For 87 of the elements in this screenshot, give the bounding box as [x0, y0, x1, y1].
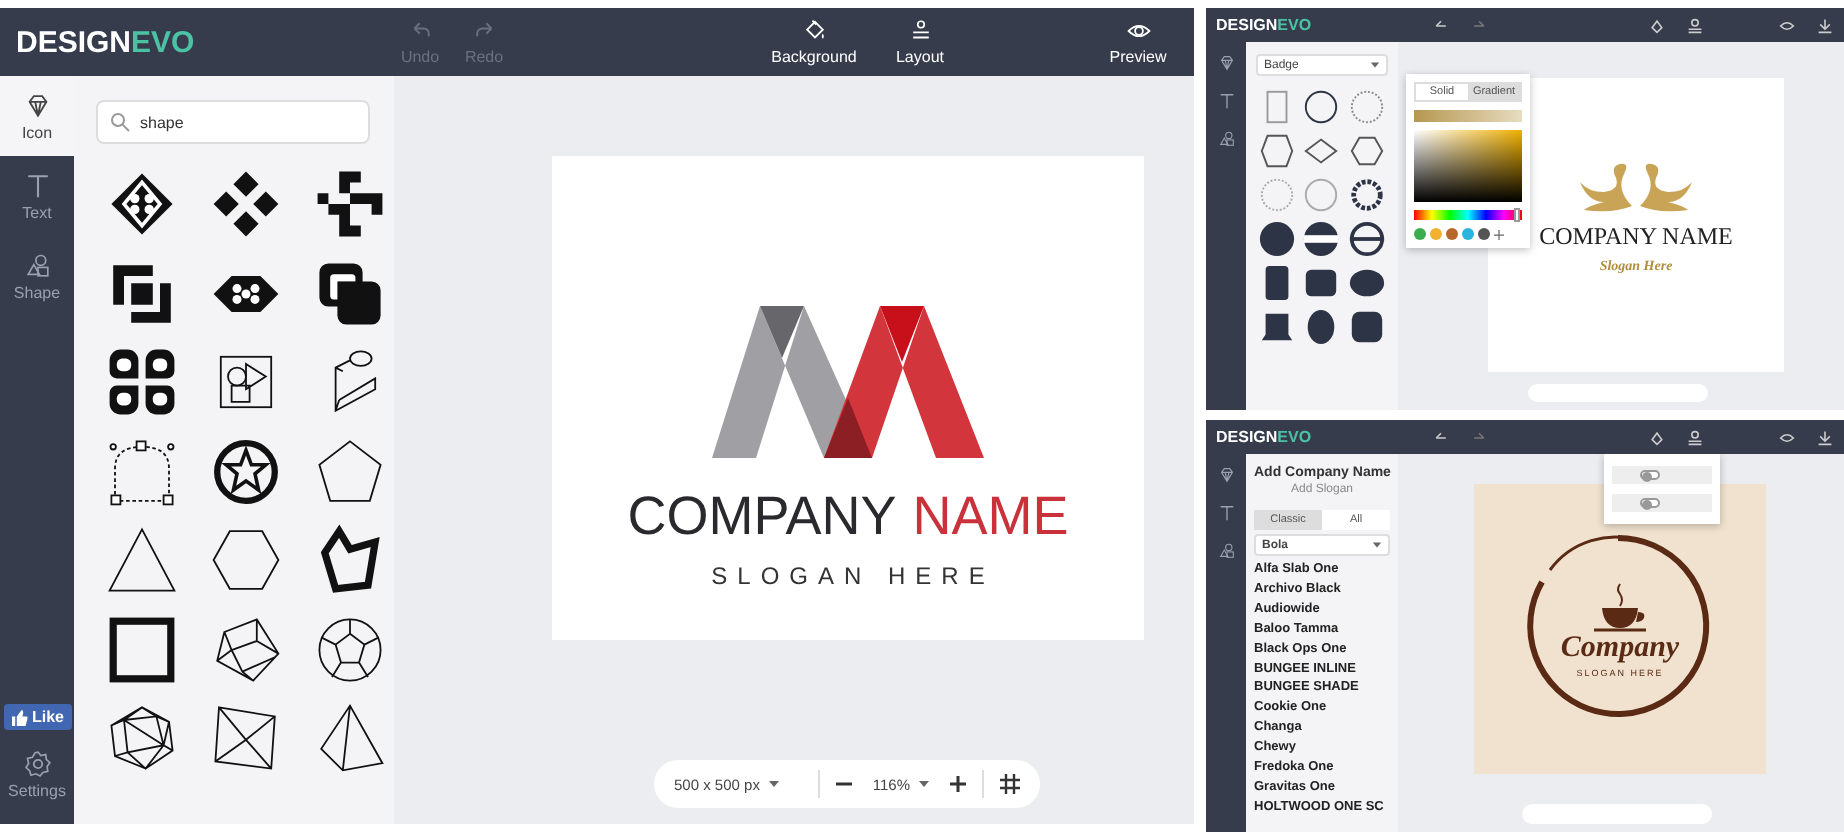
toggle-switch[interactable]: [1640, 498, 1660, 508]
search-field[interactable]: shape: [96, 100, 370, 144]
badge-shape-icon[interactable]: [1348, 132, 1387, 170]
toolbar-icon[interactable]: [1686, 429, 1704, 445]
badge-shape-icon[interactable]: [1348, 176, 1387, 214]
logo-text: DESIGN: [1216, 428, 1278, 446]
slider-thumb[interactable]: [1514, 208, 1521, 222]
letter-t-icon: [23, 171, 51, 199]
layout-icon: [907, 18, 933, 44]
color-swatch[interactable]: [1462, 228, 1474, 240]
thick-square-icon[interactable]: [106, 613, 178, 686]
logo-accent-text: EVO: [1277, 16, 1312, 34]
plus-icon[interactable]: [950, 776, 966, 792]
tetrahedron-icon[interactable]: [314, 702, 386, 775]
toolbar-icon[interactable]: [1432, 429, 1450, 445]
badge-shape-icon[interactable]: [1257, 308, 1296, 346]
logo-accent-text: EVO: [1277, 428, 1312, 446]
caret-icon: [918, 778, 930, 790]
color-swatch[interactable]: [1414, 228, 1426, 240]
checker-cross-icon[interactable]: [314, 168, 386, 241]
badge-shape-icon[interactable]: [1348, 264, 1387, 302]
thumbs-up-icon: [12, 709, 28, 725]
diamond-icon: [23, 91, 51, 119]
logo-accent-text: EVO: [131, 25, 195, 59]
toolbar-icon[interactable]: [1816, 17, 1834, 33]
toolbar-icon[interactable]: [1648, 429, 1666, 445]
toolbar-icon[interactable]: [1432, 17, 1450, 33]
diamond-icon[interactable]: [1217, 466, 1235, 484]
settings-button[interactable]: Settings: [8, 750, 66, 800]
pentagon-icon[interactable]: [314, 435, 386, 508]
designevo-logo[interactable]: DESIGNEVO: [1216, 16, 1368, 34]
settings-icon: [23, 750, 51, 778]
toggle-switch[interactable]: [1640, 470, 1660, 480]
badge-shape-icon[interactable]: [1302, 220, 1341, 258]
paint-bucket-icon: [801, 18, 827, 44]
badge-shape-icon[interactable]: [1302, 264, 1341, 302]
caret-icon: [767, 778, 780, 790]
toolbar-icon[interactable]: [1778, 17, 1796, 33]
four-petal-icon[interactable]: [106, 346, 178, 419]
preview-button[interactable]: Preview: [1098, 18, 1178, 66]
toolbar-icon[interactable]: [1816, 429, 1834, 445]
badge-shape-icon[interactable]: [1348, 308, 1387, 346]
background-button[interactable]: Background: [754, 18, 874, 66]
badge-shape-icon[interactable]: [1348, 220, 1387, 258]
company-name-text: COMPANY NAME: [1539, 222, 1733, 252]
sidebar-tab[interactable]: Text: [0, 156, 74, 236]
toolbar-icon[interactable]: [1778, 429, 1796, 445]
diamond-icon[interactable]: [1217, 54, 1235, 72]
icosahedron-icon[interactable]: [106, 702, 178, 775]
letter-t-icon[interactable]: [1217, 504, 1235, 522]
grid-icon[interactable]: [1000, 774, 1020, 794]
toolbar-icon[interactable]: [1648, 17, 1666, 33]
dodecahedron-icon[interactable]: [314, 613, 386, 686]
toolbar-icon[interactable]: [1686, 17, 1704, 33]
color-swatch[interactable]: [1430, 228, 1442, 240]
hue-slider[interactable]: [1414, 210, 1522, 220]
swans-logo-drawing: [1576, 158, 1696, 214]
shapes-icon[interactable]: [1217, 130, 1235, 148]
caret-icon: [1372, 540, 1382, 550]
color-swatch[interactable]: [1478, 228, 1490, 240]
company-name-text: Company: [1560, 632, 1680, 666]
designevo-logo[interactable]: DESIGNEVO: [1216, 428, 1368, 446]
slogan-text: SLOGAN HERE: [711, 562, 995, 590]
caret-icon: [1370, 60, 1380, 70]
letter-t-icon[interactable]: [1217, 92, 1235, 110]
layout-button[interactable]: Layout: [886, 18, 954, 66]
triangle-icon[interactable]: [106, 524, 178, 597]
sidebar-tab[interactable]: Shape: [0, 236, 74, 316]
badge-shape-icon[interactable]: [1257, 220, 1296, 258]
search-icon: [110, 112, 130, 132]
rounded-squares-icon[interactable]: [314, 257, 386, 330]
logo-text: DESIGN: [1216, 16, 1278, 34]
company-name-text: NAME: [912, 490, 1069, 544]
logo-text: DESIGN: [16, 25, 132, 59]
badge-shape-icon[interactable]: [1302, 88, 1341, 126]
four-diamonds-icon[interactable]: [210, 168, 282, 241]
star-circle-icon[interactable]: [210, 435, 282, 508]
bezier-curve-icon[interactable]: [106, 435, 178, 508]
company-name-text: COMPANY: [627, 490, 897, 544]
like-button[interactable]: Like: [4, 704, 73, 730]
shapes-icon[interactable]: [1217, 542, 1235, 560]
color-swatch[interactable]: [1446, 228, 1458, 240]
shapes-icon: [23, 251, 51, 279]
color-picker-area[interactable]: [1414, 130, 1522, 202]
badge-shape-icon[interactable]: [1257, 132, 1296, 170]
polyhedron-icon[interactable]: [210, 613, 282, 686]
designevo-logo[interactable]: DESIGNEVO: [16, 25, 390, 59]
